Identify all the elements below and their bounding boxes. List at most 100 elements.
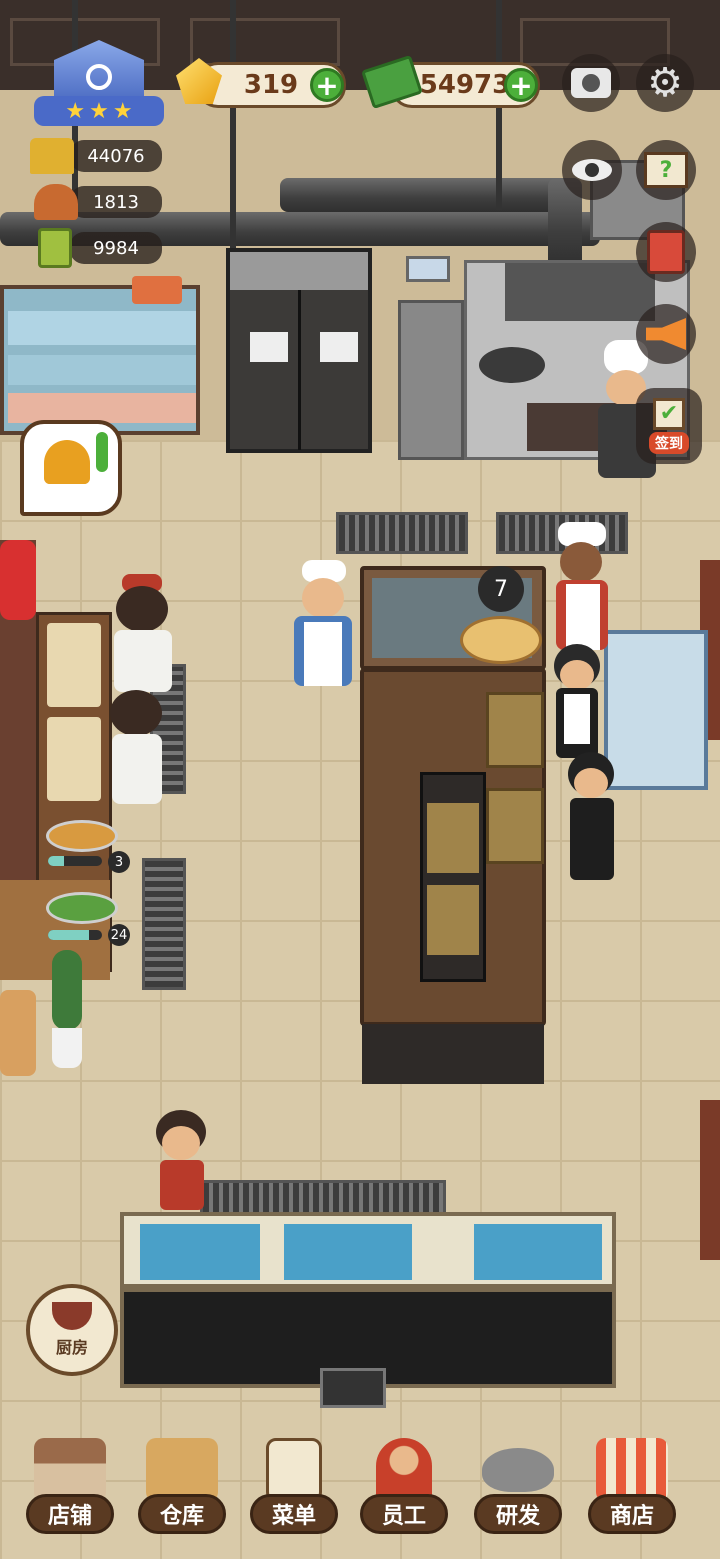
dishwasher-character[interactable] [150,1110,212,1210]
chopping-board [47,623,101,707]
rank-stars: ★ ★ ★ [34,96,164,126]
order-bell-bubble[interactable] [20,420,122,516]
cook-timer-badge: 7 [478,566,524,612]
meat-shelf [8,393,196,423]
cook-character[interactable] [104,690,168,810]
bread-basket-icon [0,990,36,1076]
wok-icon [479,347,545,383]
recipe-book-icon [38,228,72,268]
manager-character[interactable] [562,752,622,882]
serving-tray[interactable] [486,788,544,864]
checkin-clipboard-icon: ✔ [653,398,685,430]
add-cash-button[interactable]: + [504,68,538,102]
cook-character[interactable] [104,574,176,694]
lattice-decor [190,18,340,66]
add-gems-button[interactable]: + [310,68,344,102]
sink-basin [284,1224,412,1280]
announcement-button[interactable] [636,304,696,364]
stat-value: 44076 [87,145,145,167]
floor-vent [336,512,468,554]
research-wok-icon [482,1448,554,1492]
help-guide-button[interactable]: ? [636,140,696,200]
serving-tray [427,803,479,873]
nav-research-button[interactable]: 研发 [468,1424,568,1534]
sink-basin [140,1224,260,1280]
fridge-panel [250,332,288,362]
star-icon: ★ [112,98,133,124]
serving-tray[interactable] [486,692,544,768]
camera-icon [571,68,611,98]
chef-character[interactable] [288,560,358,690]
spice-rack [398,300,464,460]
drain-box [320,1368,386,1408]
star-icon: ★ [89,98,109,124]
nav-label: 店铺 [26,1494,114,1534]
wall-scroll [700,1100,720,1260]
stat-pill: 44076 [70,140,162,172]
star-icon: ★ [65,98,86,124]
double-door-refrigerator[interactable] [226,248,372,453]
floor-vent [200,1180,446,1216]
fridge-top [230,252,368,290]
nav-warehouse-button[interactable]: 仓库 [132,1424,232,1534]
bell-icon [44,440,90,484]
nav-store-button[interactable]: 店铺 [20,1424,120,1534]
wall-light [406,256,450,282]
staff-icon [376,1438,432,1502]
nav-label: 员工 [360,1494,448,1534]
serving-cloche-icon [34,184,78,220]
checkin-button[interactable]: ✔ 签到 [636,388,702,464]
view-toggle-button[interactable] [562,140,622,200]
nav-label: 菜单 [250,1494,338,1534]
fridge-shelf [8,311,196,345]
stat-pill: 9984 [70,232,162,264]
menu-clipboard-icon [266,1438,322,1502]
storefront-icon [34,1438,106,1502]
red-book-icon [647,230,685,274]
rank-emblem[interactable]: ★ ★ ★ [34,40,164,128]
kitchen-button[interactable]: 厨房 [26,1284,118,1376]
hanging-rod [230,0,236,250]
sink-basin [474,1224,602,1280]
potted-plant-icon [52,950,82,1070]
waitress-character[interactable] [548,644,606,762]
checkin-label: 签到 [649,432,689,454]
cooking-pot-icon [52,1302,92,1330]
island-base [362,1024,544,1084]
nav-label: 仓库 [138,1494,226,1534]
range-hood [505,263,655,321]
prep-progress-fill [48,856,65,866]
chef-character[interactable] [552,522,612,652]
dishwashing-sink[interactable] [120,1212,616,1288]
warehouse-boxes-icon [146,1438,218,1502]
tray-rack [420,772,486,982]
stat-value: 1813 [93,191,139,213]
kitchen-button-label: 厨房 [55,1338,88,1357]
hotpot-dish[interactable] [460,616,542,664]
nav-menu-button[interactable]: 菜单 [244,1424,344,1534]
seafood-display-fridge[interactable] [0,285,200,435]
serving-tray [427,885,479,955]
megaphone-icon [646,318,686,350]
floor-vent [142,858,186,990]
camera-button[interactable] [562,54,620,112]
nav-label: 研发 [474,1494,562,1534]
fried-dish[interactable] [46,820,118,852]
cash-count: 54973 [419,70,511,100]
prep-count-badge: 3 [108,851,130,873]
stat-value: 9984 [93,237,139,259]
nav-staff-button[interactable]: 员工 [354,1424,454,1534]
nav-shop-button[interactable]: 商店 [582,1424,682,1534]
journal-button[interactable] [636,222,696,282]
chopping-board [47,717,101,801]
exclamation-icon [96,432,108,472]
fridge-seam [298,290,301,450]
stat-pill: 1813 [70,186,162,218]
prep-progress-bar [48,856,102,866]
vegetable-dish[interactable] [46,892,118,924]
fish-tag-icon [132,276,182,304]
flower-pot-icon [0,540,36,620]
fridge-panel [320,332,358,362]
settings-button[interactable]: ⚙ [636,54,694,112]
prep-count-badge: 24 [108,924,130,946]
